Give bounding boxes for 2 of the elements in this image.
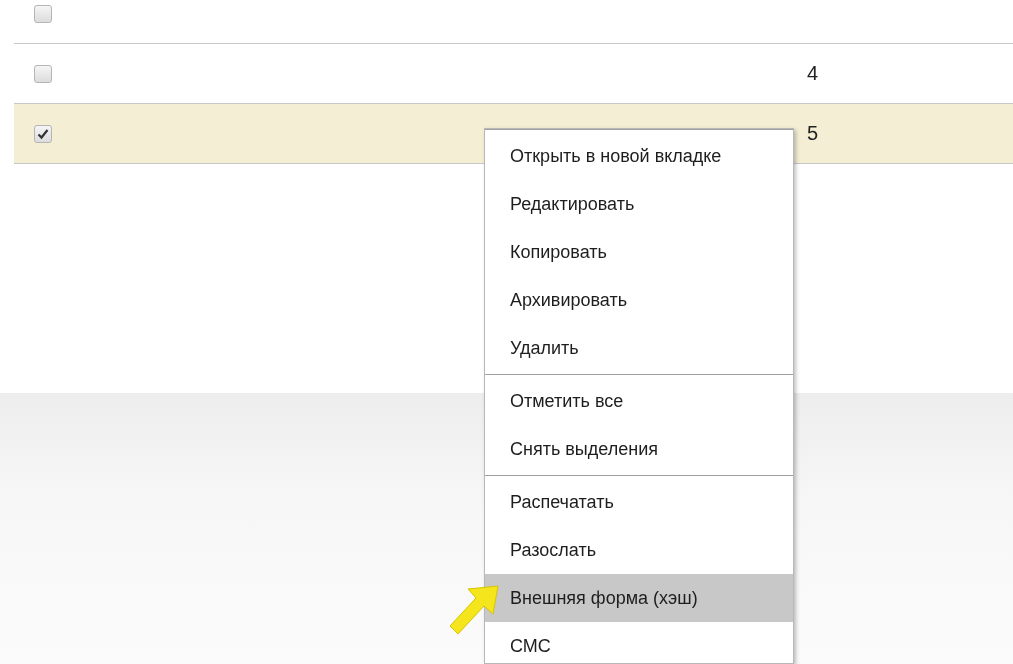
row-number: 5 — [807, 122, 819, 145]
row-number: 4 — [807, 62, 819, 85]
